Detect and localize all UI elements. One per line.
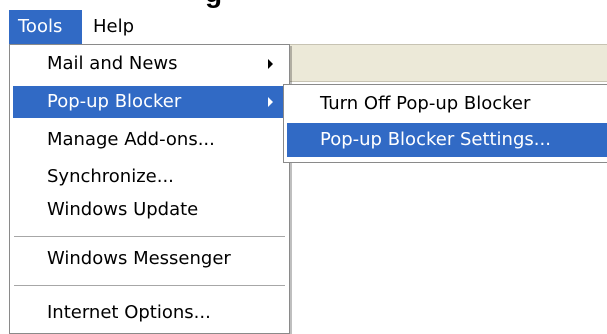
menu-item-label: Windows Messenger — [47, 248, 231, 269]
background-toolbar — [290, 44, 607, 82]
submenu-item-label: Turn Off Pop-up Blocker — [320, 93, 531, 114]
menu-item-label: Internet Options... — [47, 302, 211, 323]
page-heading-text: g — [205, 0, 222, 7]
menu-separator — [14, 236, 285, 237]
menu-item-label: Synchronize... — [47, 166, 174, 187]
menu-item-windows-update[interactable]: Windows Update — [13, 194, 286, 226]
popup-blocker-submenu: Turn Off Pop-up Blocker Pop-up Blocker S… — [283, 84, 607, 163]
menu-item-windows-messenger[interactable]: Windows Messenger — [13, 243, 286, 275]
menu-item-label: Windows Update — [47, 199, 199, 220]
submenu-item-turn-off-popup-blocker[interactable]: Turn Off Pop-up Blocker — [287, 87, 607, 121]
menu-item-label: Manage Add-ons... — [47, 129, 215, 150]
menu-help[interactable]: Help — [84, 10, 144, 44]
menu-item-internet-options[interactable]: Internet Options... — [13, 297, 286, 329]
submenu-arrow-icon — [268, 59, 273, 69]
tools-dropdown-menu: Mail and News Pop-up Blocker Manage Add-… — [9, 44, 290, 334]
menu-item-label: Pop-up Blocker — [47, 91, 182, 112]
menu-tools[interactable]: Tools — [9, 10, 82, 44]
menu-item-synchronize[interactable]: Synchronize... — [13, 161, 286, 193]
menu-item-popup-blocker[interactable]: Pop-up Blocker — [13, 86, 286, 118]
submenu-item-label: Pop-up Blocker Settings... — [320, 129, 551, 150]
menu-item-label: Mail and News — [47, 53, 178, 74]
menu-item-manage-add-ons[interactable]: Manage Add-ons... — [13, 124, 286, 156]
submenu-arrow-icon — [268, 97, 273, 107]
submenu-item-popup-blocker-settings[interactable]: Pop-up Blocker Settings... — [287, 123, 607, 157]
menu-bar: Tools Help — [0, 10, 607, 44]
page-heading-clipped: g — [0, 0, 607, 8]
menu-separator — [14, 285, 285, 286]
menu-item-mail-and-news[interactable]: Mail and News — [13, 48, 286, 80]
